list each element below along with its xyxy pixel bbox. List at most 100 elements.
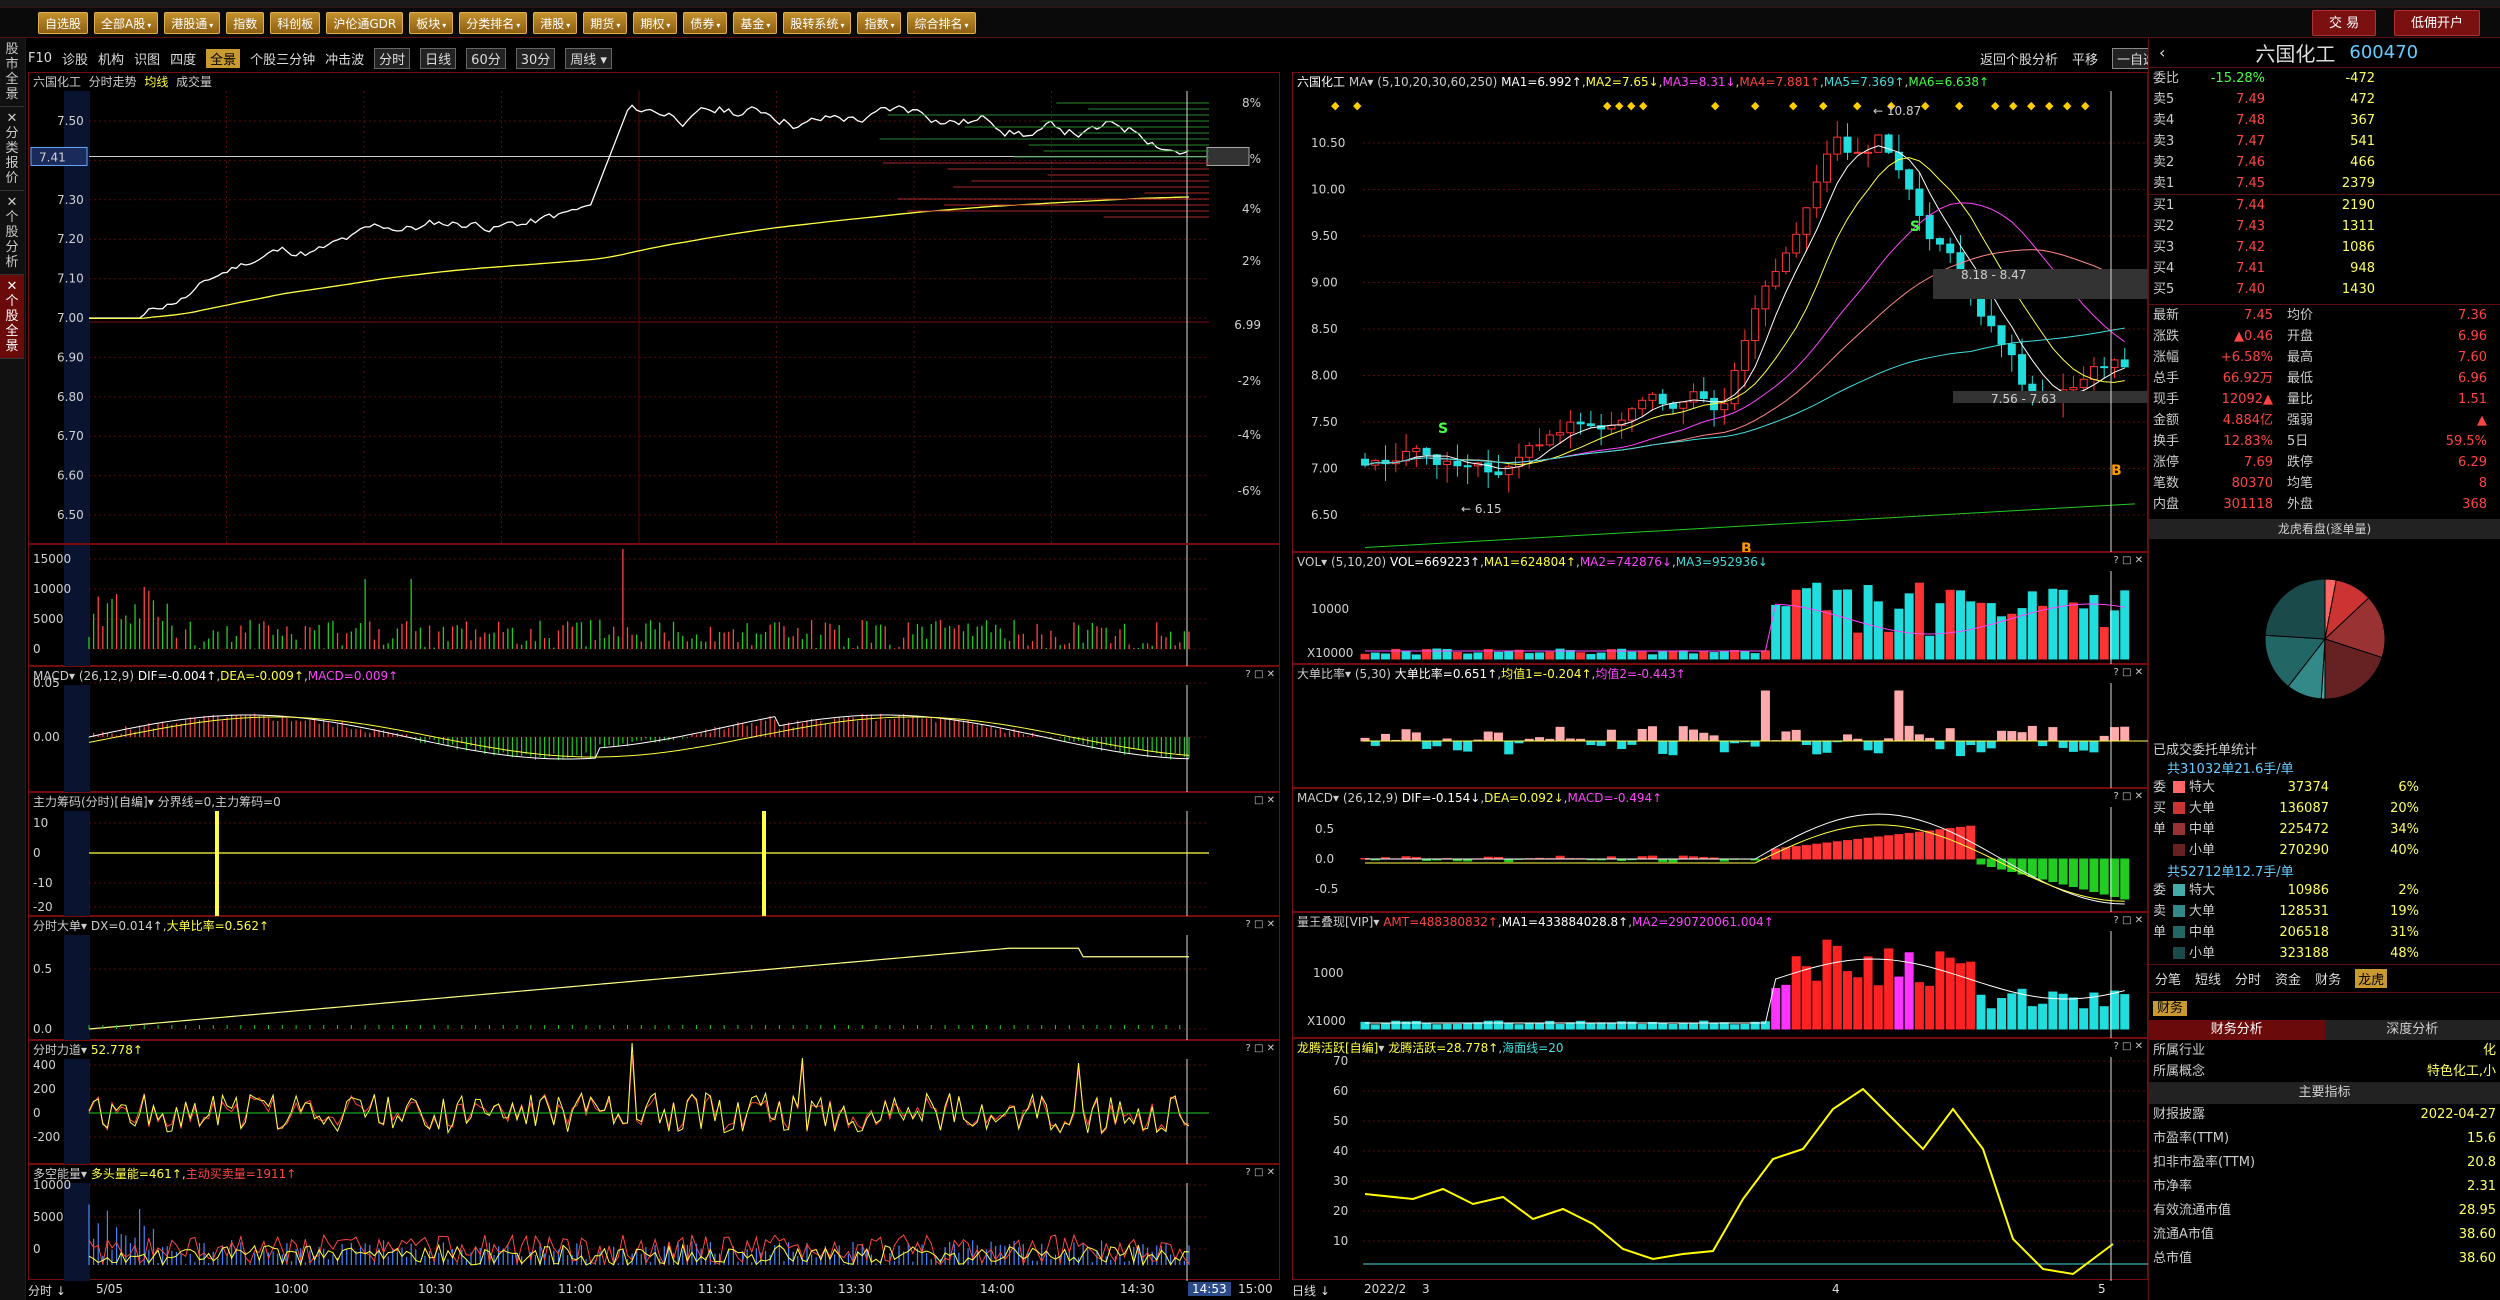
candle-body	[1874, 134, 1883, 153]
menu-item[interactable]: 指数 ▾	[857, 11, 902, 34]
intraday-chart[interactable]: 7.507.407.307.207.107.006.906.806.706.60…	[29, 73, 1281, 545]
amt-bar	[2120, 994, 2130, 1030]
menu-item[interactable]: 港股 ▾	[533, 11, 578, 34]
menu-item[interactable]: 自选股	[38, 11, 89, 34]
toolbar-tab[interactable]: 四度	[170, 49, 196, 68]
stat-value: 1.51	[2458, 392, 2487, 407]
side-tab[interactable]: 股市全景	[0, 38, 24, 107]
ask-price: 7.45	[2236, 176, 2265, 191]
toolbar-tab[interactable]: 周线 ▾	[565, 47, 612, 69]
time-axis-menu[interactable]: 分时 ↓	[28, 1282, 66, 1299]
ask-row[interactable]: 卖2 7.46 466	[2149, 152, 2500, 173]
side-tab[interactable]: ✕ 分类报价	[0, 107, 24, 191]
daily-lw-chart: 1000 X1000	[1307, 931, 2130, 1039]
amt-bar	[1565, 1022, 1575, 1030]
finance-subtab[interactable]: 深度分析	[2324, 1020, 2500, 1040]
bid-row[interactable]: 买1 7.44 2190	[2149, 195, 2500, 216]
toolbar-tab[interactable]: F10	[28, 51, 52, 66]
trade-button[interactable]: 交 易	[2312, 10, 2377, 36]
toolbar-tab[interactable]: 日线	[420, 47, 457, 69]
finance-tab[interactable]: 财务	[2153, 1001, 2188, 1016]
lt-tick: 40	[1333, 1144, 1348, 1158]
detail-tab[interactable]: 财务	[2315, 969, 2341, 988]
close-icon[interactable]: ✕	[0, 111, 24, 126]
toolbar-tab[interactable]: 60分	[466, 47, 506, 69]
bid-row[interactable]: 买3 7.42 1086	[2149, 237, 2500, 258]
signal-diamond: ◆	[1819, 99, 1828, 112]
daily-volume-bar	[1360, 653, 1370, 660]
stat-value: 7.45	[2244, 308, 2273, 323]
amt-bar	[1986, 1008, 1996, 1030]
quote-stock-name: 六国化工	[2255, 42, 2336, 66]
menu-item[interactable]: 基金 ▾	[733, 11, 778, 34]
candle-body	[1935, 238, 1944, 245]
ask-row[interactable]: 卖4 7.48 367	[2149, 110, 2500, 131]
toolbar-tab[interactable]: 分时	[374, 47, 411, 69]
vol-tick: 10000	[33, 582, 71, 596]
low-annotation: ← 6.15	[1461, 502, 1502, 516]
back-to-analysis-link[interactable]: 返回个股分析	[1980, 49, 2058, 68]
chevron-down-icon: ▾	[716, 20, 721, 30]
menu-item[interactable]: 港股通 ▾	[164, 11, 221, 34]
toolbar-tab[interactable]: 诊股	[62, 49, 88, 68]
ask-row[interactable]: 卖1 7.45 2379	[2149, 173, 2500, 194]
lt-tick: 70	[1333, 1054, 1348, 1068]
bid-row[interactable]: 买2 7.43 1311	[2149, 216, 2500, 237]
ask-row[interactable]: 卖3 7.47 541	[2149, 131, 2500, 152]
menu-item[interactable]: 综合排名 ▾	[907, 11, 976, 34]
open-account-button[interactable]: 低佣开户	[2394, 10, 2481, 36]
close-icon[interactable]: ✕	[0, 195, 24, 210]
date-axis-menu[interactable]: 日线 ↓	[1292, 1282, 1330, 1299]
order-row: 小单 270290 40%	[2149, 840, 2500, 861]
webi-num: -472	[2345, 71, 2375, 86]
toolbar-tab[interactable]: 机构	[98, 49, 124, 68]
toolbar-tab[interactable]: 30分	[515, 47, 556, 69]
side-tab-char: 价	[5, 171, 19, 186]
toolbar-tab[interactable]: 全景	[206, 48, 241, 68]
back-chevron-icon[interactable]: ‹	[2159, 43, 2165, 62]
menu-item[interactable]: 全部A股 ▾	[94, 11, 159, 34]
ask-row[interactable]: 卖5 7.49 472	[2149, 89, 2500, 110]
signal-diamond: ◆	[2027, 99, 2036, 112]
high-annotation: ← 10.87	[1873, 104, 1921, 118]
signal-diamond: ◆	[2063, 99, 2072, 112]
menu-item[interactable]: 期货 ▾	[583, 11, 628, 34]
detail-tab[interactable]: 短线	[2195, 969, 2221, 988]
finance-subtab[interactable]: 财务分析	[2149, 1020, 2325, 1040]
menu-item[interactable]: 指数	[226, 11, 265, 34]
toolbar-tab[interactable]: 个股三分钟	[250, 49, 315, 68]
detail-tab[interactable]: 分时	[2235, 969, 2261, 988]
menu-item[interactable]: 分类排名 ▾	[459, 11, 528, 34]
chevron-down-icon: ▾	[766, 20, 771, 30]
side-tab[interactable]: ✕ 个股全景	[0, 275, 24, 359]
detail-tab[interactable]: 龙虎	[2355, 969, 2388, 988]
bid-row[interactable]: 买4 7.41 948	[2149, 258, 2500, 279]
axis-tick: -20	[33, 900, 53, 914]
stat-label: 外盘	[2287, 497, 2314, 512]
menu-item[interactable]: 期权 ▾	[633, 11, 678, 34]
detail-tab[interactable]: 资金	[2275, 969, 2301, 988]
daily-volume-bar	[1873, 601, 1883, 660]
stat-label: 笔数	[2153, 476, 2180, 491]
menu-item[interactable]: 债券 ▾	[683, 11, 728, 34]
menu-item[interactable]: 股转系统 ▾	[783, 11, 852, 34]
signal-diamond: ◆	[1603, 99, 1612, 112]
index-value: 2022-04-27	[2420, 1107, 2496, 1122]
pct-box	[1206, 146, 1250, 166]
toolbar-tab[interactable]: 识图	[134, 49, 160, 68]
menu-item[interactable]: 沪伦通GDR	[326, 11, 404, 34]
flat-button[interactable]: 平移	[2072, 49, 2098, 68]
side-tab[interactable]: ✕ 个股分析	[0, 191, 24, 275]
dd-bar	[2099, 735, 2109, 742]
candle-body	[1648, 393, 1657, 401]
dd-bar	[2007, 731, 2017, 742]
close-icon[interactable]: ✕	[0, 279, 24, 294]
stat-row: 涨停 7.69 跌停 6.29	[2149, 452, 2500, 473]
daily-kline-chart[interactable]: 10.5010.009.509.008.508.007.507.006.50◆ ◆…	[1293, 73, 2149, 557]
menu-item[interactable]: 板块 ▾	[409, 11, 454, 34]
menu-item[interactable]: 科创板	[270, 11, 321, 34]
detail-tab[interactable]: 分笔	[2155, 969, 2181, 988]
toolbar-tab[interactable]: 冲击波	[325, 49, 364, 68]
bid-row[interactable]: 买5 7.40 1430	[2149, 279, 2500, 300]
side-tab-char: 报	[5, 156, 19, 171]
